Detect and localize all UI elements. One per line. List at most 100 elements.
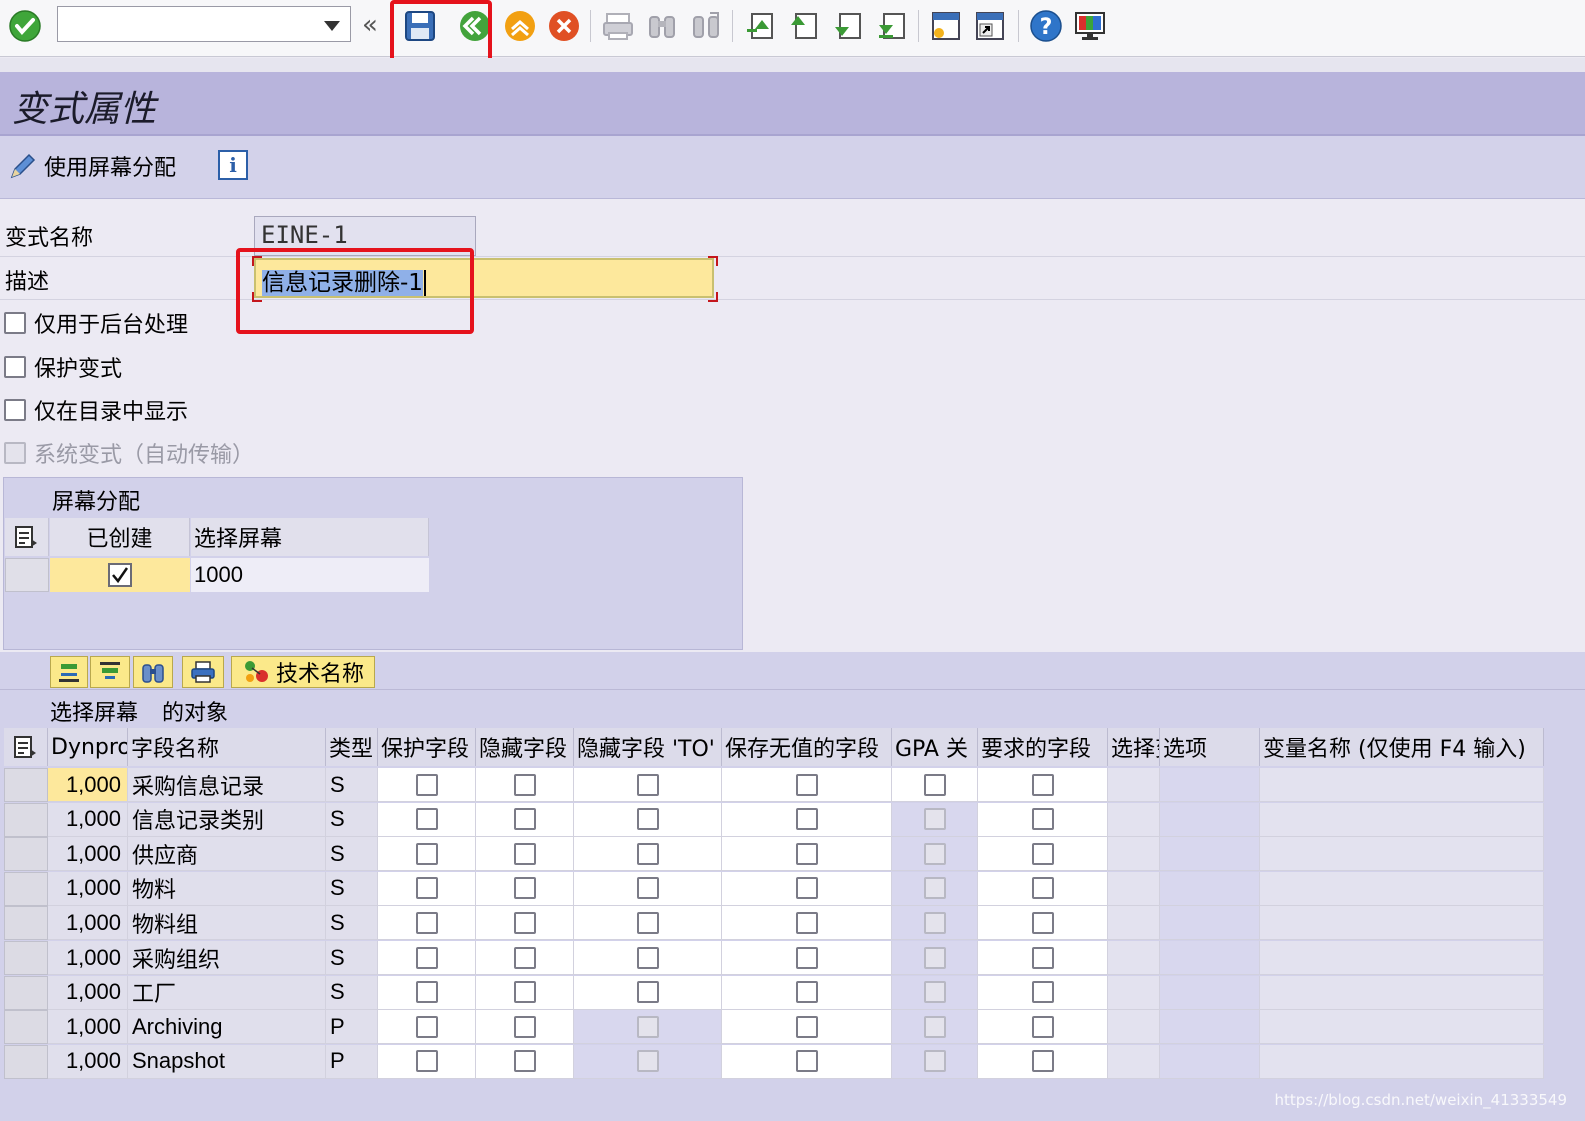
checkbox-protect-field[interactable] bbox=[415, 877, 438, 900]
column-header[interactable]: 字段名称 bbox=[128, 728, 326, 766]
last-page-icon[interactable] bbox=[872, 6, 912, 46]
back-icon[interactable] bbox=[455, 6, 495, 46]
checkbox-protect-field[interactable] bbox=[415, 1015, 438, 1038]
selection-variable-cell[interactable] bbox=[1108, 837, 1160, 872]
selection-variable-cell[interactable] bbox=[1108, 802, 1160, 837]
option-cell[interactable] bbox=[1160, 941, 1260, 975]
checkbox-required-field[interactable] bbox=[1031, 773, 1054, 796]
checkbox-save-without-value[interactable] bbox=[795, 877, 818, 900]
layout-icon[interactable] bbox=[1070, 6, 1110, 46]
row-selector[interactable] bbox=[4, 871, 48, 906]
checkbox-row-background-only[interactable]: 仅用于后台处理 bbox=[4, 307, 188, 339]
row-selector[interactable] bbox=[5, 558, 49, 592]
option-cell[interactable] bbox=[1160, 802, 1260, 837]
checkbox-hide-field[interactable] bbox=[513, 842, 536, 865]
variable-name-cell[interactable] bbox=[1260, 1044, 1544, 1079]
variable-name-cell[interactable] bbox=[1260, 768, 1544, 802]
checkbox-required-field[interactable] bbox=[1031, 842, 1054, 865]
checkbox-hide-field[interactable] bbox=[513, 946, 536, 969]
selection-variable-cell[interactable] bbox=[1108, 1044, 1160, 1079]
selection-variable-cell[interactable] bbox=[1108, 1010, 1160, 1045]
column-header[interactable]: Dynpro bbox=[48, 728, 128, 766]
checkbox-save-without-value[interactable] bbox=[795, 773, 818, 796]
checkbox-row-catalog-only[interactable]: 仅在目录中显示 bbox=[4, 394, 188, 426]
checkbox-required-field[interactable] bbox=[1031, 911, 1054, 934]
checkbox-required-field[interactable] bbox=[1031, 808, 1054, 831]
column-header[interactable]: 保存无值的字段 bbox=[722, 728, 892, 766]
row-selector[interactable] bbox=[4, 941, 48, 975]
checkbox-required-field[interactable] bbox=[1031, 981, 1054, 1004]
checkbox-save-without-value[interactable] bbox=[795, 911, 818, 934]
previous-page-icon[interactable] bbox=[784, 6, 824, 46]
checkbox-catalog-only[interactable] bbox=[4, 399, 26, 421]
help-icon[interactable]: ? bbox=[1026, 6, 1066, 46]
checkbox-hide-field-to[interactable] bbox=[636, 808, 659, 831]
selection-variable-cell[interactable] bbox=[1108, 768, 1160, 802]
column-header[interactable]: 隐藏字段 'TO' bbox=[574, 728, 722, 766]
column-header[interactable]: 要求的字段 bbox=[978, 728, 1108, 766]
checkbox-hide-field[interactable] bbox=[513, 808, 536, 831]
checkbox-hide-field[interactable] bbox=[513, 1050, 536, 1073]
checkbox-save-without-value[interactable] bbox=[795, 981, 818, 1004]
column-header[interactable]: 类型 bbox=[326, 728, 378, 766]
checkbox-hide-field-to[interactable] bbox=[636, 842, 659, 865]
checkbox-required-field[interactable] bbox=[1031, 877, 1054, 900]
row-selector[interactable] bbox=[4, 1044, 48, 1079]
column-header-selection-screen[interactable]: 选择屏幕 bbox=[191, 518, 429, 556]
checkbox-protect-field[interactable] bbox=[415, 981, 438, 1004]
checkbox-hide-field[interactable] bbox=[513, 877, 536, 900]
checkbox-required-field[interactable] bbox=[1031, 1015, 1054, 1038]
checkbox-save-without-value[interactable] bbox=[795, 946, 818, 969]
option-cell[interactable] bbox=[1160, 1044, 1260, 1079]
checkbox-hide-field-to[interactable] bbox=[636, 773, 659, 796]
checkbox-protect-field[interactable] bbox=[415, 946, 438, 969]
technical-name-button[interactable]: 技术名称 bbox=[231, 656, 375, 688]
double-chevron-left-icon[interactable]: « bbox=[362, 10, 378, 40]
checkbox-hide-field[interactable] bbox=[513, 1015, 536, 1038]
option-cell[interactable] bbox=[1160, 906, 1260, 941]
variable-name-cell[interactable] bbox=[1260, 906, 1544, 941]
checkbox-hide-field[interactable] bbox=[513, 981, 536, 1004]
selection-variable-cell[interactable] bbox=[1108, 975, 1160, 1010]
checkbox-created-checked[interactable] bbox=[108, 563, 132, 587]
column-header[interactable]: 保护字段 bbox=[378, 728, 476, 766]
option-cell[interactable] bbox=[1160, 871, 1260, 906]
selection-variable-cell[interactable] bbox=[1108, 941, 1160, 975]
select-all-icon[interactable] bbox=[50, 656, 88, 688]
table-settings-icon[interactable] bbox=[4, 728, 48, 766]
print-icon[interactable] bbox=[182, 656, 224, 688]
command-field[interactable] bbox=[57, 6, 351, 42]
row-selector[interactable] bbox=[4, 975, 48, 1010]
option-cell[interactable] bbox=[1160, 975, 1260, 1010]
checkbox-hide-field-to[interactable] bbox=[636, 946, 659, 969]
row-selector[interactable] bbox=[4, 837, 48, 872]
checkbox-hide-field-to[interactable] bbox=[636, 911, 659, 934]
column-header[interactable]: 选项 bbox=[1160, 728, 1260, 766]
checkbox-protect-field[interactable] bbox=[415, 842, 438, 865]
create-session-icon[interactable] bbox=[926, 6, 966, 46]
table-settings-icon[interactable] bbox=[5, 518, 49, 556]
checkbox-hide-field[interactable] bbox=[513, 773, 536, 796]
checkbox-row-protect-variant[interactable]: 保护变式 bbox=[4, 351, 122, 383]
cancel-icon[interactable] bbox=[544, 6, 584, 46]
checkbox-required-field[interactable] bbox=[1031, 946, 1054, 969]
next-page-icon[interactable] bbox=[828, 6, 868, 46]
checkbox-background-only[interactable] bbox=[4, 312, 26, 334]
checkbox-save-without-value[interactable] bbox=[795, 1050, 818, 1073]
checkbox-protect-field[interactable] bbox=[415, 773, 438, 796]
column-header[interactable]: 选择变量 bbox=[1108, 728, 1160, 766]
save-icon[interactable] bbox=[400, 6, 440, 46]
checkbox-gpa-off[interactable] bbox=[923, 773, 946, 796]
column-header[interactable]: 变量名称 (仅使用 F4 输入) bbox=[1260, 728, 1544, 766]
checkbox-save-without-value[interactable] bbox=[795, 1015, 818, 1038]
row-selector[interactable] bbox=[4, 802, 48, 837]
checkbox-save-without-value[interactable] bbox=[795, 842, 818, 865]
option-cell[interactable] bbox=[1160, 1010, 1260, 1045]
find-next-icon[interactable] bbox=[686, 6, 726, 46]
option-cell[interactable] bbox=[1160, 768, 1260, 802]
shortcut-icon[interactable] bbox=[970, 6, 1010, 46]
checkbox-protect-field[interactable] bbox=[415, 911, 438, 934]
column-header[interactable]: 隐藏字段 bbox=[476, 728, 574, 766]
exit-icon[interactable] bbox=[500, 6, 540, 46]
checkbox-hide-field-to[interactable] bbox=[636, 877, 659, 900]
